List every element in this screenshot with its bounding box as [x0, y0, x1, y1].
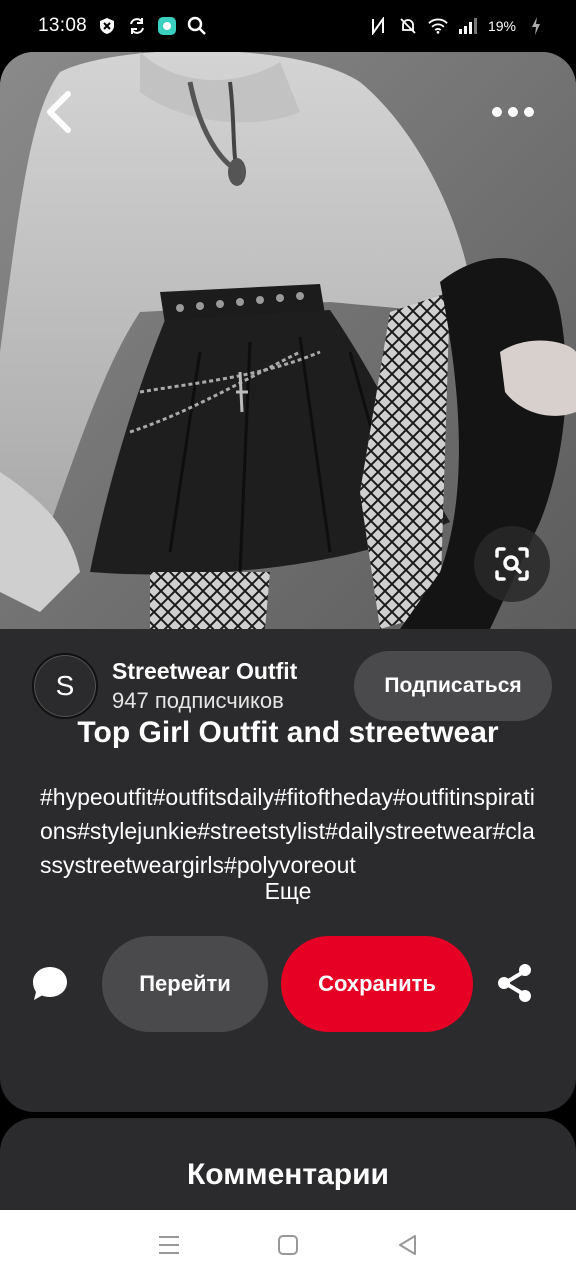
wifi-icon: [428, 16, 448, 36]
search-icon: [187, 16, 207, 36]
status-bar: 13:08 19%: [0, 0, 576, 52]
visit-button[interactable]: Перейти: [102, 936, 268, 1032]
nfc-icon: [368, 16, 388, 36]
avatar-letter: S: [55, 670, 75, 701]
status-bar-left: 13:08: [38, 15, 207, 37]
menu-icon: [159, 1236, 180, 1254]
shield-icon: [97, 16, 117, 36]
comments-title: Комментарии: [186, 1158, 390, 1191]
creator-info[interactable]: Streetwear Outfit 947 подписчиков: [112, 656, 354, 716]
comments-section: Комментарии: [0, 1118, 576, 1218]
system-nav-bar: [0, 1210, 576, 1280]
battery-icon: [526, 16, 546, 36]
follow-button[interactable]: Подписаться: [354, 651, 552, 721]
action-row: Перейти Сохранить: [0, 936, 576, 1032]
chevron-left-icon: [47, 91, 71, 133]
visual-search-button[interactable]: [474, 526, 550, 602]
recent-apps-button[interactable]: [154, 1230, 184, 1260]
more-dot-icon: [524, 107, 534, 117]
more-options-button[interactable]: [492, 102, 534, 122]
avatar[interactable]: S: [32, 653, 98, 719]
back-button[interactable]: [40, 90, 80, 134]
back-nav-button[interactable]: [392, 1230, 422, 1260]
more-dot-icon: [508, 107, 518, 117]
share-button[interactable]: [494, 962, 536, 1004]
battery-percent: 19%: [487, 18, 516, 34]
visual-search-icon: [495, 547, 529, 581]
show-more-link[interactable]: Еще: [0, 878, 576, 905]
creator-name[interactable]: Streetwear Outfit: [112, 656, 354, 686]
follower-count: 947 подписчиков: [112, 688, 284, 713]
more-dot-icon: [492, 107, 502, 117]
save-button[interactable]: Сохранить: [281, 936, 473, 1032]
home-button[interactable]: [273, 1230, 303, 1260]
comment-icon: [33, 967, 67, 1000]
mute-icon: [398, 16, 418, 36]
sync-icon: [127, 16, 147, 36]
creator-row: S Streetwear Outfit 947 подписчиков Подп…: [32, 650, 552, 722]
square-icon: [277, 1235, 298, 1255]
comment-button[interactable]: [30, 964, 70, 1004]
signal-icon: [458, 16, 478, 36]
app-icon: [157, 16, 177, 36]
status-bar-right: 19%: [368, 16, 546, 36]
pin-description: #hypeoutfit#outfitsdaily#fitoftheday#out…: [40, 784, 535, 878]
pin-title: Top Girl Outfit and streetwear: [77, 716, 499, 749]
status-time: 13:08: [38, 15, 88, 36]
pin-image[interactable]: [0, 52, 576, 629]
share-icon: [498, 964, 531, 1002]
triangle-back-icon: [398, 1235, 416, 1255]
